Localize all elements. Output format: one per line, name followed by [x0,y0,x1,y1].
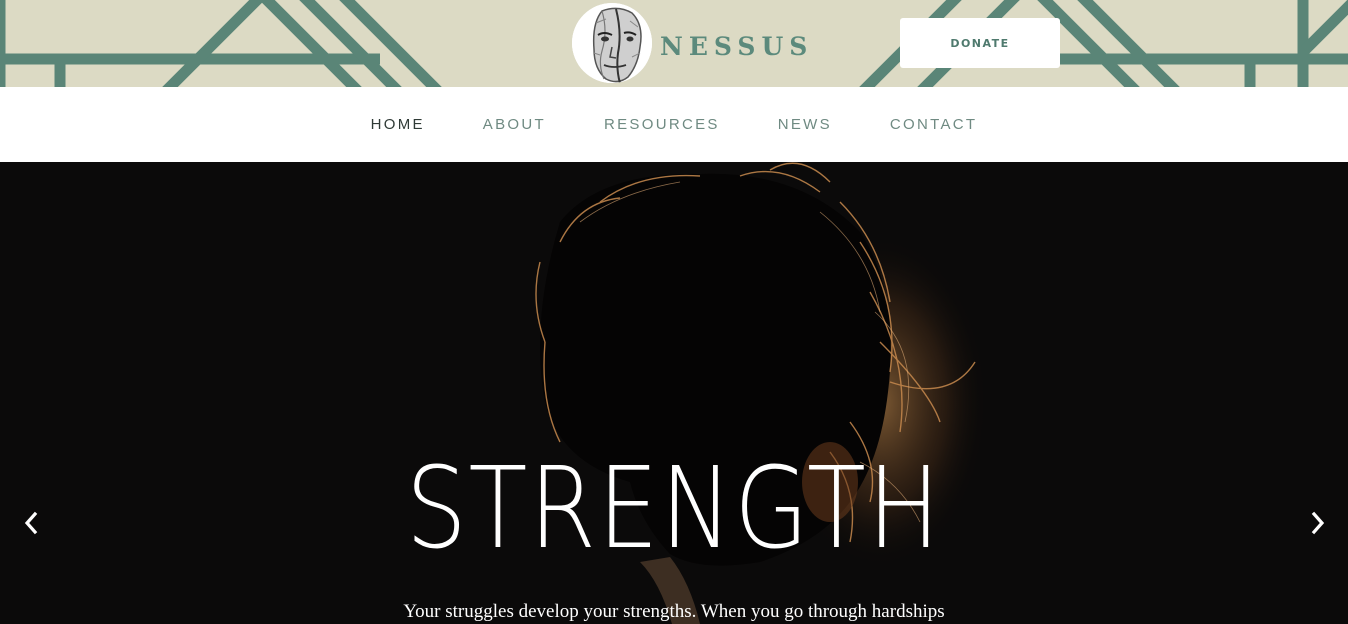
hero-slider: STRENGTH Your struggles develop your str… [0,162,1348,624]
slider-next-button[interactable] [1303,506,1333,540]
nav-item-home[interactable]: HOME [371,116,425,133]
logo-face-illustration [572,3,652,83]
chevron-left-icon [24,511,38,535]
donate-button[interactable]: DONATE [900,18,1060,68]
brand-name: NESSUS [660,31,814,61]
nav-item-news[interactable]: NEWS [778,116,832,133]
logo[interactable]: NESSUS [572,3,813,83]
hero-title: STRENGTH [405,444,942,574]
top-banner: NESSUS DONATE [0,0,1348,87]
chevron-right-icon [1311,511,1325,535]
main-nav: HOME ABOUT RESOURCES NEWS CONTACT [0,87,1348,162]
nav-item-about[interactable]: ABOUT [483,116,546,133]
slider-prev-button[interactable] [16,506,46,540]
hero-subtitle: Your struggles develop your strengths. W… [403,601,945,622]
nav-item-contact[interactable]: CONTACT [890,116,977,133]
nav-item-resources[interactable]: RESOURCES [604,116,720,133]
